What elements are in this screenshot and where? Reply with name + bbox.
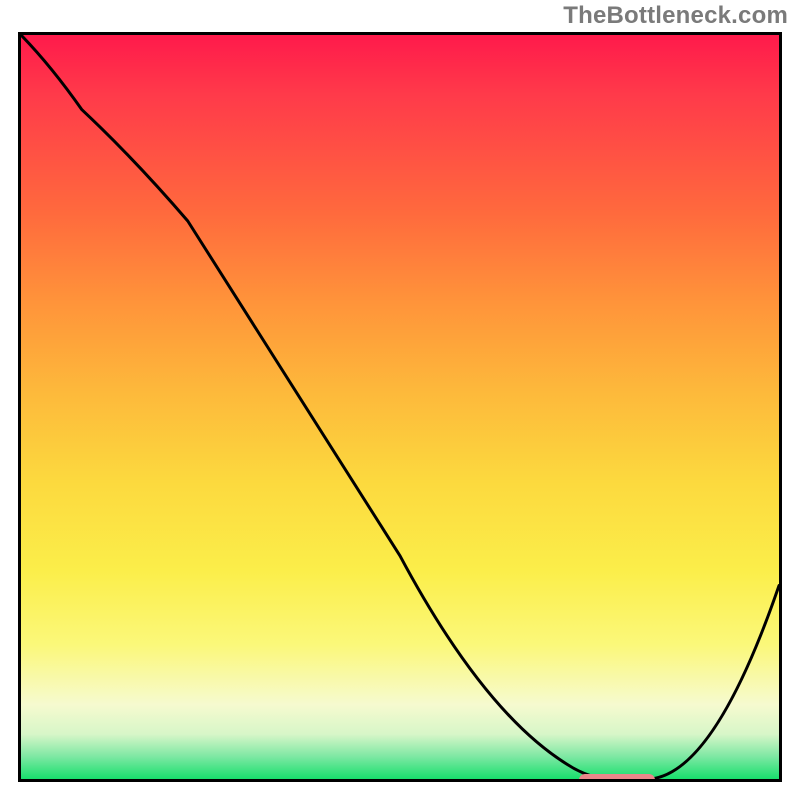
chart-wrapper: TheBottleneck.com xyxy=(0,0,800,800)
watermark-text: TheBottleneck.com xyxy=(563,2,788,30)
bottleneck-curve xyxy=(21,35,779,779)
bottleneck-curve-svg xyxy=(21,35,779,779)
optimal-range-marker xyxy=(579,774,655,782)
plot-area xyxy=(18,32,782,782)
